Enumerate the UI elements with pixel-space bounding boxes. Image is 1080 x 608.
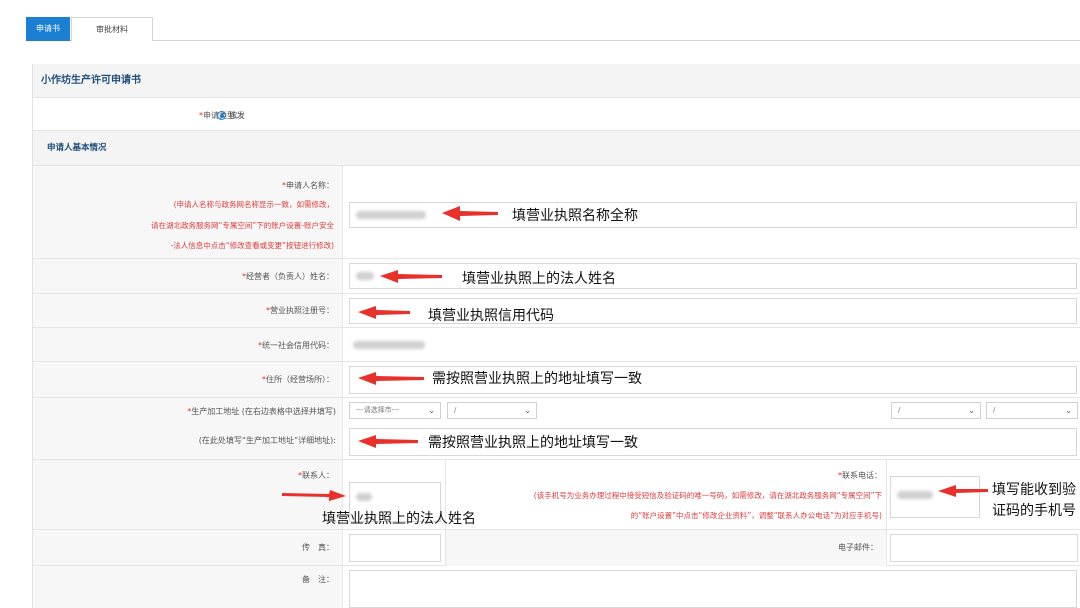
community-select[interactable]: / ⌄ <box>986 402 1078 419</box>
residence-label: 住所（经营场所）： <box>266 375 334 384</box>
chevron-down-icon: ⌄ <box>428 406 435 415</box>
fax-input[interactable] <box>349 534 441 562</box>
email-label: 电子邮件： <box>838 543 878 552</box>
tab-bar: 申请书 审批材料 <box>26 14 1080 41</box>
remark-input[interactable] <box>349 570 1077 608</box>
applicant-note-2: 请在湖北政务服务网“专属空间”下的账户设置-账户安全 <box>151 221 334 230</box>
tab-approval-materials[interactable]: 审批材料 <box>71 17 153 41</box>
annotation-text-4: 需按照营业执照上的地址填写一致 <box>432 371 642 387</box>
annotation-text-7b: 证码的手机号 <box>992 503 1076 519</box>
street-select[interactable]: / ⌄ <box>891 402 981 419</box>
annotation-text-6: 填营业执照上的法人姓名 <box>322 511 476 527</box>
chevron-down-icon: ⌄ <box>968 406 975 415</box>
row-remark: 备 注： <box>33 566 1080 608</box>
row-contact: *联系人： *联系电话： (该手机号为业务办理过程中接受短信及验证码的唯一号码，… <box>33 460 1080 530</box>
fax-label: 传 真： <box>302 543 334 552</box>
license-number-label: 营业执照注册号： <box>270 306 334 315</box>
annotation-text-2: 填营业执照上的法人姓名 <box>462 271 616 287</box>
contact-phone-label: 联系电话： <box>842 471 882 480</box>
phone-note-1: (该手机号为业务办理过程中接受短信及验证码的唯一号码，如需修改，请在湖北政务服务… <box>533 491 882 500</box>
row-license-number: *营业执照注册号： <box>33 294 1080 328</box>
applicant-note-3: -法人信息中点击“修改查看或变更”按钮进行修改) <box>170 241 334 250</box>
phone-note-2: 的“账户设置”中点击“修改企业资料”，调整“联系人办公电话”为对应手机号) <box>630 511 882 520</box>
contact-phone-input[interactable] <box>890 476 980 518</box>
annotation-text-3: 填营业执照信用代码 <box>428 308 554 324</box>
annotation-text-1: 填营业执照名称全称 <box>512 208 638 224</box>
chevron-down-icon: ⌄ <box>524 406 531 415</box>
applicant-name-input[interactable] <box>349 202 1077 228</box>
annotation-text-5: 需按照营业执照上的地址填写一致 <box>428 435 638 451</box>
section-basic-info: 申请人基本情况 <box>33 131 1080 166</box>
radio-issue[interactable] <box>217 111 226 120</box>
form-panel: 小作坊生产许可申请书 *申请类型： 核发 申请人基本情况 *申请人名称： (申请… <box>32 64 1080 608</box>
row-fax-email: 传 真： 电子邮件： <box>33 530 1080 566</box>
city-select[interactable]: ---请选择市--- ⌄ <box>349 402 441 419</box>
production-address-label: 生产加工地址 (在右边表格中选择并填写) <box>191 407 336 416</box>
district-select[interactable]: / ⌄ <box>447 402 537 419</box>
form-title: 小作坊生产许可申请书 <box>33 64 1080 98</box>
operator-name-label: 经营者（负责人）姓名： <box>246 272 334 281</box>
row-credit-code: *统一社会信用代码： <box>33 328 1080 362</box>
operator-name-input[interactable] <box>349 263 1077 289</box>
annotation-text-7a: 填写能收到验 <box>992 482 1076 498</box>
chevron-down-icon: ⌄ <box>1065 406 1072 415</box>
radio-issue-label: 核发 <box>229 111 245 120</box>
email-input[interactable] <box>890 534 1078 562</box>
tab-application[interactable]: 申请书 <box>26 17 70 41</box>
credit-code-label: 统一社会信用代码： <box>262 341 334 350</box>
applicant-name-label: 申请人名称： <box>286 181 334 190</box>
production-address-detail-label: (在此处填写“生产加工地址”详细地址): <box>198 436 336 445</box>
remark-label: 备 注： <box>302 575 334 584</box>
applicant-note-1: (申请人名称与政务网名称显示一致，如需修改， <box>173 200 334 209</box>
row-apply-type: *申请类型： 核发 <box>33 98 1080 131</box>
contact-label: 联系人： <box>302 471 334 480</box>
